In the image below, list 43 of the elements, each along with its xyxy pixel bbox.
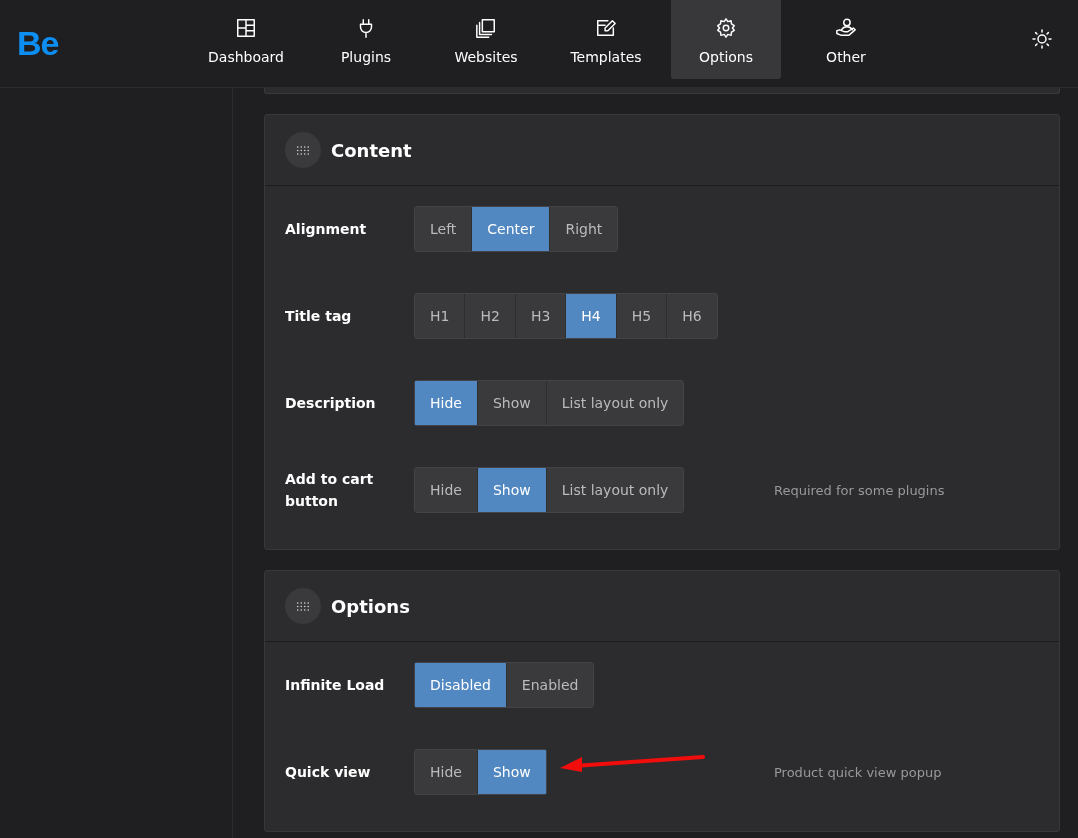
- nav-tab[interactable]: Options: [671, 0, 781, 79]
- person-hand-icon: [835, 16, 857, 39]
- segment-option[interactable]: H5: [615, 294, 667, 338]
- nav-tab[interactable]: Plugins: [311, 0, 421, 79]
- help-text: Required for some plugins: [774, 482, 946, 498]
- panel-title: Options: [331, 595, 410, 617]
- segment-option[interactable]: Hide: [415, 468, 477, 512]
- nav-tab[interactable]: Other: [791, 0, 901, 79]
- nav-tab[interactable]: Websites: [431, 0, 541, 79]
- nav-tab[interactable]: Templates: [551, 0, 661, 79]
- segment-option[interactable]: H2: [464, 294, 515, 338]
- segment-option[interactable]: Center: [471, 207, 550, 251]
- segment-option[interactable]: H4: [565, 294, 616, 338]
- field-label: Infinite Load: [285, 676, 386, 695]
- copies-icon: [475, 16, 497, 39]
- segment-option[interactable]: Enabled: [505, 663, 594, 707]
- segment-option[interactable]: Show: [476, 750, 546, 794]
- segment-option[interactable]: Hide: [415, 750, 477, 794]
- theme-toggle-icon[interactable]: [1032, 29, 1052, 49]
- drag-handle-icon[interactable]: [285, 588, 321, 624]
- settings-icon: [715, 16, 737, 39]
- segment-option[interactable]: Disabled: [415, 663, 506, 707]
- segment-option[interactable]: H3: [514, 294, 566, 338]
- logo[interactable]: Be: [17, 24, 191, 63]
- segment-option[interactable]: List layout only: [545, 381, 684, 425]
- field-label: Alignment: [285, 220, 368, 239]
- dashboard-icon: [235, 16, 257, 39]
- field-label: Description: [285, 394, 377, 413]
- segment-option[interactable]: Show: [476, 468, 546, 512]
- panel-title: Content: [331, 139, 412, 161]
- segment-option[interactable]: Hide: [415, 381, 477, 425]
- segment-option[interactable]: Show: [476, 381, 546, 425]
- field-label: Add to cart button: [285, 470, 375, 511]
- drag-handle-icon[interactable]: [285, 132, 321, 168]
- nav-tab[interactable]: Dashboard: [191, 0, 301, 79]
- segment-option[interactable]: H1: [415, 294, 465, 338]
- field-label: Quick view: [285, 763, 372, 782]
- segment-option[interactable]: H6: [666, 294, 717, 338]
- help-text: Product quick view popup: [774, 764, 943, 780]
- segment-option[interactable]: List layout only: [545, 468, 684, 512]
- segment-option[interactable]: Right: [549, 207, 618, 251]
- segment-option[interactable]: Left: [415, 207, 472, 251]
- field-label: Title tag: [285, 307, 353, 326]
